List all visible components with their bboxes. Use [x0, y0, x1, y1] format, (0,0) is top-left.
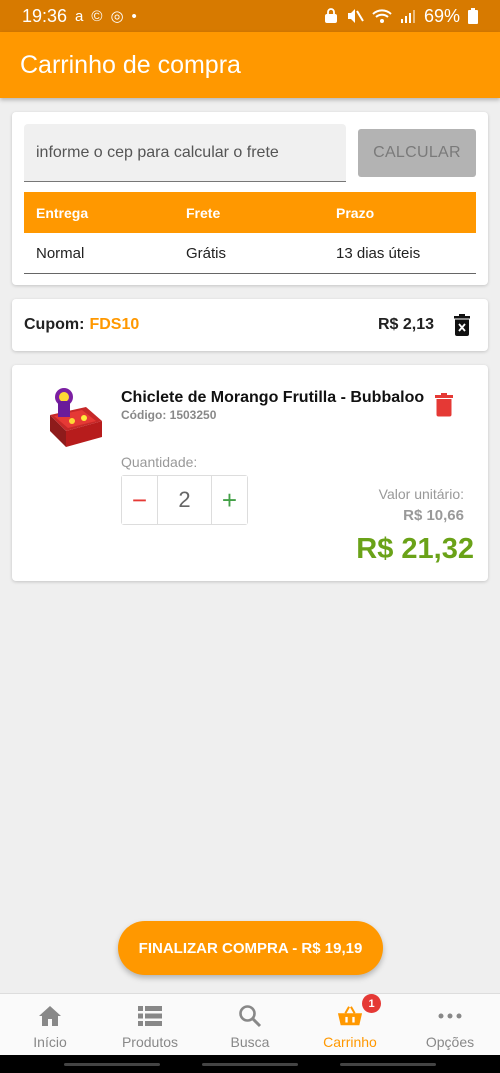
nav-label-produtos: Produtos — [121, 1034, 179, 1050]
item-total-price: R$ 21,32 — [356, 533, 474, 565]
nav-label-opcoes: Opções — [425, 1034, 475, 1050]
battery-level: 69% — [423, 5, 460, 26]
product-name: Chiclete de Morango Frutilla - Bubbaloo — [121, 389, 425, 406]
status-left: 19:36 a © ◎ • — [22, 6, 137, 27]
whatsapp-icon: © — [91, 7, 103, 25]
more-icon — [437, 1003, 463, 1029]
back-gesture[interactable] — [340, 1062, 436, 1066]
decrease-quantity-button[interactable]: − — [122, 476, 158, 524]
nav-label-busca: Busca — [230, 1034, 270, 1050]
quantity-stepper: − 2 + — [121, 475, 248, 525]
cell-frete: Grátis — [186, 244, 227, 262]
cell-entrega: Normal — [36, 244, 85, 262]
quantity-value[interactable]: 2 — [158, 476, 211, 524]
wifi-icon — [372, 9, 392, 23]
nav-item-busca[interactable]: Busca — [200, 994, 300, 1055]
app-bar: Carrinho de compra — [0, 32, 500, 98]
page-title: Carrinho de compra — [20, 50, 241, 79]
basket-icon — [337, 1003, 363, 1029]
header-entrega: Entrega — [36, 204, 89, 221]
cart-count-badge: 1 — [362, 994, 381, 1013]
unit-price-label: Valor unitário: — [378, 486, 464, 502]
status-bar: 19:36 a © ◎ • 69% — [0, 0, 500, 32]
nav-item-opcoes[interactable]: Opções — [400, 994, 500, 1055]
instagram-icon: ◎ — [110, 8, 124, 25]
calculate-button[interactable]: CALCULAR — [358, 129, 476, 177]
trash-icon[interactable] — [434, 393, 458, 419]
coupon-code: FDS10 — [89, 316, 140, 333]
header-frete: Frete — [186, 204, 221, 221]
system-navigation-bar — [0, 1055, 500, 1073]
mute-icon — [347, 9, 364, 23]
quantity-label: Quantidade: — [121, 454, 198, 470]
cart-item-card: Chiclete de Morango Frutilla - Bubbaloo … — [12, 365, 488, 581]
home-icon — [37, 1003, 63, 1029]
table-row: Normal Grátis 13 dias úteis — [24, 233, 476, 274]
cell-prazo: 13 dias úteis — [336, 244, 421, 262]
status-right: 69% — [324, 6, 478, 27]
shipping-card: CALCULAR Entrega Frete Prazo Normal Grát… — [12, 112, 488, 285]
increase-quantity-button[interactable]: + — [211, 476, 247, 524]
alarm-lock-icon — [324, 8, 337, 23]
product-code: Código: 1503250 — [121, 408, 217, 422]
checkout-button[interactable]: FINALIZAR COMPRA - R$ 19,19 — [118, 921, 383, 975]
bottom-navigation: Início Produtos Busca 1 Carrinho Opções — [0, 993, 500, 1055]
header-prazo: Prazo — [336, 204, 375, 221]
notification-icon-a: a — [75, 7, 84, 25]
coupon-label: Cupom: — [24, 316, 85, 333]
nav-label-carrinho: Carrinho — [323, 1034, 377, 1050]
signal-icon — [400, 10, 415, 23]
nav-item-produtos[interactable]: Produtos — [100, 994, 200, 1055]
shipping-table-header: Entrega Frete Prazo — [24, 192, 476, 233]
status-time: 19:36 — [22, 5, 68, 26]
unit-price: R$ 10,66 — [403, 507, 464, 524]
list-icon — [137, 1003, 163, 1029]
coupon-value: R$ 2,13 — [377, 316, 434, 333]
product-image — [50, 388, 102, 447]
more-notifications-dot: • — [131, 7, 137, 25]
battery-icon — [468, 8, 478, 24]
search-icon — [237, 1003, 263, 1029]
shipping-table: Entrega Frete Prazo Normal Grátis 13 dia… — [24, 192, 476, 274]
nav-item-inicio[interactable]: Início — [0, 994, 100, 1055]
recents-gesture[interactable] — [64, 1062, 160, 1066]
delete-forever-icon[interactable] — [450, 313, 474, 337]
cep-input[interactable] — [24, 124, 346, 182]
coupon-card: Cupom: FDS10 R$ 2,13 — [12, 299, 488, 351]
nav-item-carrinho[interactable]: 1 Carrinho — [300, 994, 400, 1055]
nav-label-inicio: Início — [33, 1034, 67, 1050]
home-gesture[interactable] — [202, 1062, 298, 1066]
